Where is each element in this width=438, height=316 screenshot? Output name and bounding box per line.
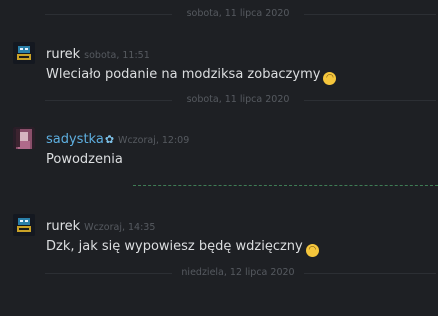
date-divider-label: sobota, 11 lipca 2020 xyxy=(186,94,290,105)
message-text: Wleciało podanie na modziksa zobaczymy ◠ xyxy=(46,67,337,85)
upside-down-face-icon: ◠ xyxy=(305,244,319,257)
message-text-content: Dzk, jak się wypowiesz będę wdzięczny xyxy=(46,239,303,254)
upside-down-face-icon: ◠ xyxy=(323,72,337,85)
message-header: rurek sobota, 11:51 xyxy=(46,43,150,62)
divider-line xyxy=(304,14,436,15)
message-header: rurek Wczoraj, 14:35 xyxy=(46,215,156,234)
avatar[interactable] xyxy=(13,127,35,149)
avatar[interactable] xyxy=(13,42,35,64)
chat-log: sobota, 11 lipca 2020 rurek sobota, 11:51… xyxy=(0,0,438,316)
divider-line xyxy=(304,100,436,101)
date-divider: sobota, 11 lipca 2020 xyxy=(0,7,438,21)
divider-line xyxy=(45,14,172,15)
date-divider-label: niedziela, 12 lipca 2020 xyxy=(181,267,295,278)
divider-line xyxy=(304,273,436,274)
message-text: Dzk, jak się wypowiesz będę wdzięczny ◠ xyxy=(46,239,319,257)
author-name[interactable]: rurek xyxy=(46,219,80,234)
divider-line xyxy=(45,273,172,274)
message-text-content: Powodzenia xyxy=(46,152,123,167)
message-timestamp: sobota, 11:51 xyxy=(84,50,150,61)
message-text: Powodzenia xyxy=(46,152,123,167)
message-timestamp: Wczoraj, 12:09 xyxy=(118,135,190,146)
message-timestamp: Wczoraj, 14:35 xyxy=(84,222,156,233)
divider-line xyxy=(45,100,172,101)
message-text-content: Wleciało podanie na modziksa zobaczymy xyxy=(46,67,321,82)
author-name[interactable]: sadystka xyxy=(46,132,104,147)
author-name[interactable]: rurek xyxy=(46,47,80,62)
date-divider: niedziela, 12 lipca 2020 xyxy=(0,266,438,280)
flower-icon: ✿ xyxy=(104,133,115,146)
date-divider: sobota, 11 lipca 2020 xyxy=(0,93,438,107)
avatar[interactable] xyxy=(13,214,35,236)
new-messages-separator xyxy=(133,185,438,186)
message-header: sadystka✿ Wczoraj, 12:09 xyxy=(46,128,190,147)
date-divider-label: sobota, 11 lipca 2020 xyxy=(186,8,290,19)
